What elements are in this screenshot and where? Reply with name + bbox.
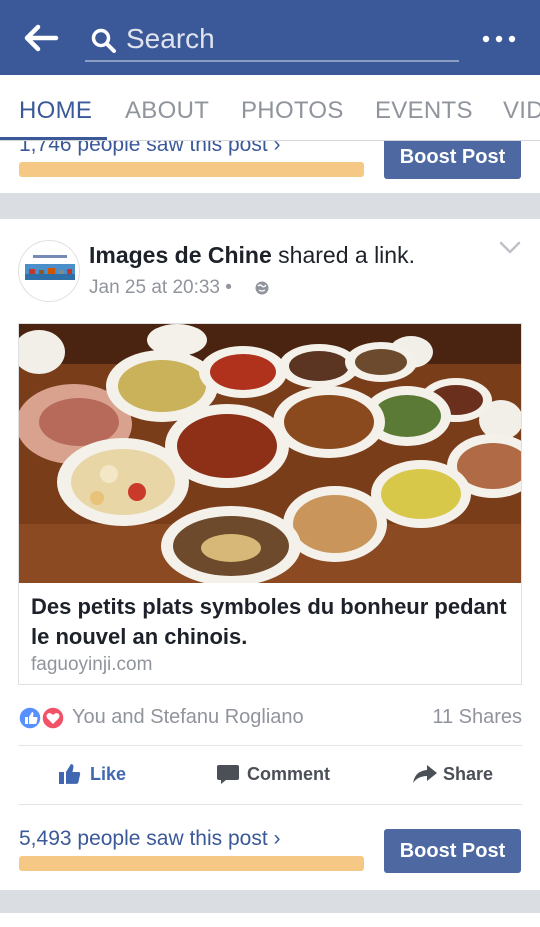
- link-preview[interactable]: Des petits plats symboles du bonheur ped…: [18, 323, 522, 685]
- reach-progress-bar: [19, 856, 364, 871]
- comment-button[interactable]: Comment: [216, 760, 336, 790]
- page-avatar[interactable]: [18, 240, 80, 302]
- page-logo-image: [25, 255, 75, 280]
- like-button[interactable]: Like: [58, 760, 138, 790]
- reaction-icons[interactable]: [18, 706, 66, 730]
- search-input[interactable]: Search: [85, 18, 459, 62]
- post-header-text: Images de Chine shared a link.: [89, 242, 415, 269]
- chevron-down-icon[interactable]: [499, 241, 521, 255]
- active-tab-indicator: [0, 137, 107, 140]
- share-label: Share: [443, 764, 494, 784]
- like-label: Like: [90, 764, 127, 784]
- shares-count[interactable]: 11 Shares: [432, 706, 522, 729]
- comment-icon: [217, 765, 239, 784]
- share-arrow-icon: [413, 765, 437, 783]
- thumbs-up-icon: [59, 764, 81, 784]
- divider: [18, 745, 522, 746]
- tab-about[interactable]: ABOUT: [125, 97, 209, 125]
- comment-label: Comment: [247, 764, 331, 784]
- tab-home[interactable]: HOME: [19, 97, 92, 125]
- tab-videos[interactable]: VID: [503, 97, 540, 125]
- divider: [18, 804, 522, 805]
- more-options-icon[interactable]: [482, 34, 516, 44]
- boost-post-button[interactable]: Boost Post: [384, 141, 521, 179]
- search-icon: [91, 28, 116, 53]
- search-placeholder: Search: [126, 23, 215, 54]
- post-action-text: shared a link.: [271, 242, 415, 268]
- post-meta: Jan 25 at 20:33 •: [89, 277, 269, 299]
- link-domain: faguoyinji.com: [31, 654, 153, 675]
- boost-post-button[interactable]: Boost Post: [384, 829, 521, 873]
- share-button[interactable]: Share: [412, 760, 502, 790]
- link-preview-image[interactable]: [19, 324, 521, 583]
- link-title[interactable]: Des petits plats symboles du bonheur ped…: [31, 592, 511, 652]
- reactions-summary[interactable]: You and Stefanu Rogliano: [72, 706, 304, 729]
- back-arrow-icon[interactable]: [22, 22, 60, 54]
- post-reach-link[interactable]: 1,746 people saw this post ›: [19, 141, 281, 157]
- top-bar: Search: [0, 0, 540, 75]
- tab-photos[interactable]: PHOTOS: [241, 97, 344, 125]
- page-name-link[interactable]: Images de Chine: [89, 242, 272, 268]
- page-tabs: HOME ABOUT PHOTOS EVENTS VID: [0, 75, 540, 141]
- next-post-card: [0, 913, 540, 927]
- globe-icon: [255, 281, 269, 295]
- post-timestamp[interactable]: Jan 25 at 20:33 •: [89, 277, 232, 298]
- tab-events[interactable]: EVENTS: [375, 97, 473, 125]
- reach-progress-bar: [19, 162, 364, 177]
- previous-post-footer: 1,746 people saw this post › Boost Post: [0, 141, 540, 193]
- post-reach-link[interactable]: 5,493 people saw this post ›: [19, 827, 281, 851]
